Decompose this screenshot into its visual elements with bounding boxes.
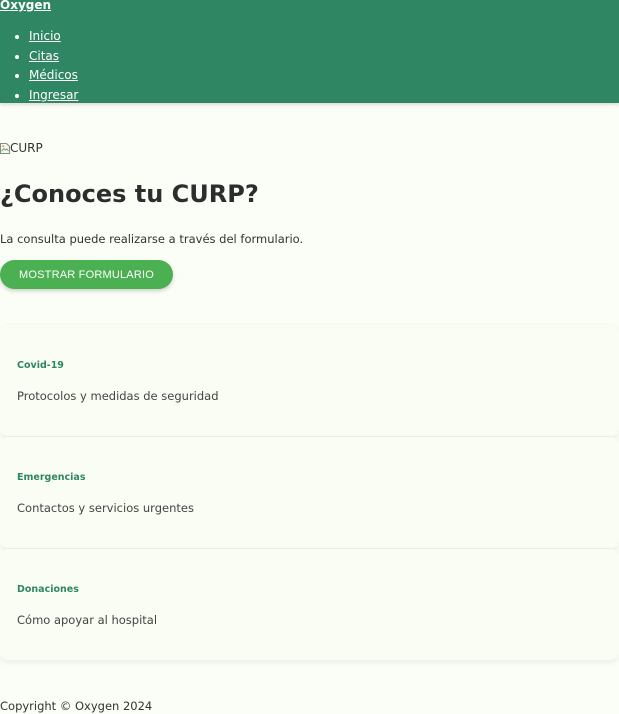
card-title: Emergencias bbox=[17, 472, 86, 483]
nav-link-medicos[interactable]: Médicos bbox=[29, 68, 78, 82]
card-description: Contactos y servicios urgentes bbox=[17, 501, 194, 515]
nav-item-inicio: Inicio bbox=[29, 27, 78, 47]
card-description: Protocolos y medidas de seguridad bbox=[17, 389, 219, 403]
curp-image: CURP bbox=[0, 141, 43, 155]
card-emergencias[interactable]: Emergencias Contactos y servicios urgent… bbox=[0, 437, 619, 548]
brand-link[interactable]: Oxygen bbox=[0, 0, 51, 13]
card-donaciones[interactable]: Donaciones Cómo apoyar al hospital bbox=[0, 549, 619, 660]
card-description: Cómo apoyar al hospital bbox=[17, 613, 158, 627]
nav-link-ingresar[interactable]: Ingresar bbox=[29, 88, 78, 102]
curp-image-alt: CURP bbox=[10, 141, 43, 155]
main-nav: Inicio Citas Médicos Ingresar bbox=[0, 27, 78, 105]
card-title: Donaciones bbox=[17, 584, 79, 595]
nav-item-ingresar: Ingresar bbox=[29, 86, 78, 106]
nav-link-inicio[interactable]: Inicio bbox=[29, 29, 61, 43]
show-form-button[interactable]: MOSTRAR FORMULARIO bbox=[0, 260, 173, 289]
page-title: ¿Conoces tu CURP? bbox=[0, 180, 259, 208]
site-header: Oxygen Inicio Citas Médicos Ingresar bbox=[0, 0, 619, 103]
broken-image-icon bbox=[0, 142, 10, 154]
card-title: Covid-19 bbox=[17, 360, 64, 371]
site-footer: Copyright © Oxygen 2024 bbox=[0, 699, 153, 713]
nav-link-citas[interactable]: Citas bbox=[29, 49, 59, 63]
card-covid[interactable]: Covid-19 Protocolos y medidas de segurid… bbox=[0, 325, 619, 436]
nav-item-medicos: Médicos bbox=[29, 66, 78, 86]
hero-description: La consulta puede realizarse a través de… bbox=[0, 232, 304, 246]
nav-item-citas: Citas bbox=[29, 47, 78, 67]
